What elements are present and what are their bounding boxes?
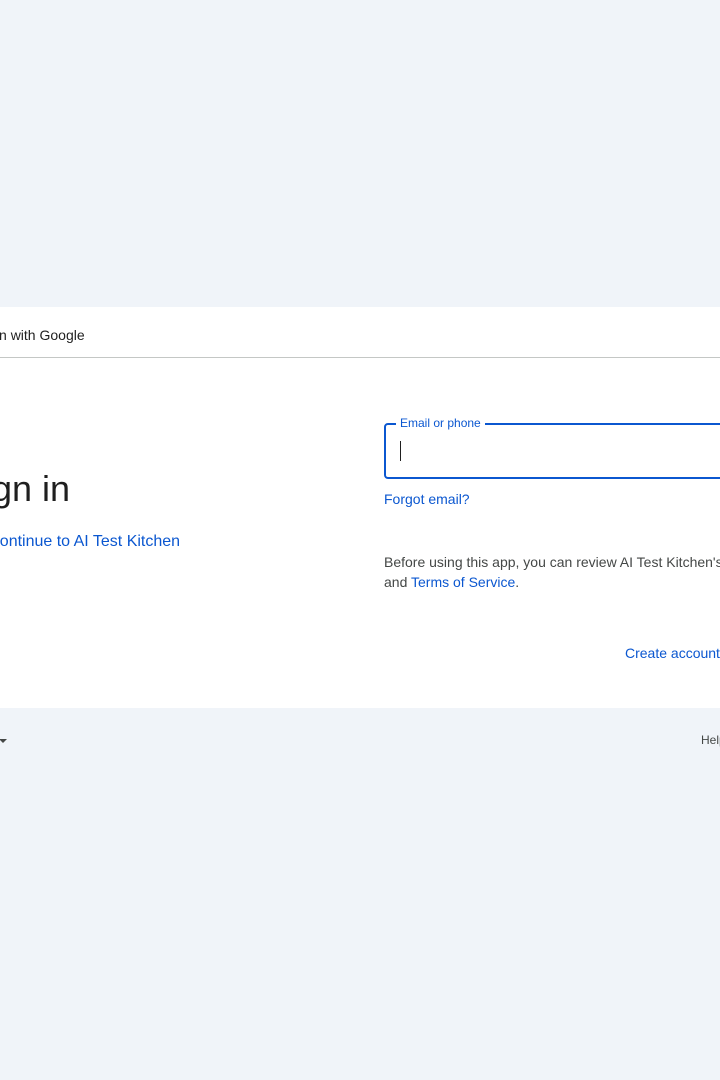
forgot-email-link[interactable]: Forgot email? xyxy=(384,490,470,508)
page-heading: Sign in xyxy=(0,468,71,509)
email-field[interactable]: Email or phone xyxy=(384,416,720,479)
chevron-down-icon[interactable] xyxy=(0,739,7,743)
disclaimer-line-2: and Terms of Service. xyxy=(384,572,720,592)
card-header: Sign in with Google xyxy=(0,307,720,358)
disclaimer-and: and xyxy=(384,574,408,590)
footer: Help xyxy=(0,708,720,774)
privacy-disclaimer: Before using this app, you can review AI… xyxy=(384,552,720,592)
create-account-button[interactable]: Create account xyxy=(625,644,720,662)
viewport: Sign in with Google Sign in to continue … xyxy=(0,0,720,1080)
sign-in-card: Sign in with Google Sign in to continue … xyxy=(0,307,720,708)
header-title: Sign in with Google xyxy=(0,327,85,343)
terms-of-service-link[interactable]: Terms of Service xyxy=(411,574,515,590)
help-link[interactable]: Help xyxy=(701,733,720,747)
disclaimer-period: . xyxy=(515,574,520,590)
email-input[interactable] xyxy=(386,425,720,477)
disclaimer-line-1: Before using this app, you can review AI… xyxy=(384,554,720,570)
continue-to-app-link[interactable]: to continue to AI Test Kitchen xyxy=(0,532,180,552)
text-caret xyxy=(400,441,401,461)
